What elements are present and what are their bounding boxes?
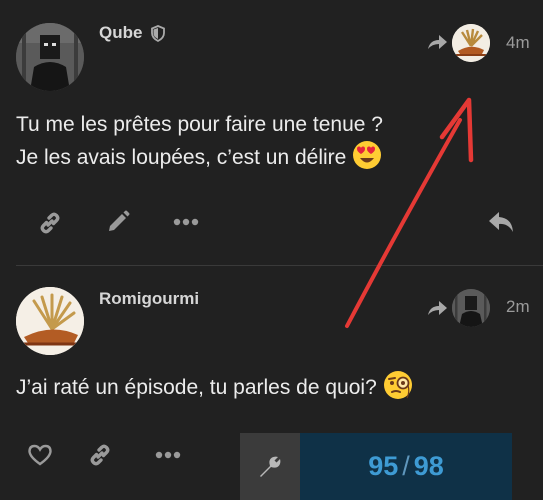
- link-icon[interactable]: [36, 209, 64, 237]
- post-line: Tu me les prêtes pour faire une tenue ?: [16, 113, 383, 136]
- post-body: Tu me les prêtes pour faire une tenue ? …: [16, 109, 383, 179]
- progress-counter[interactable]: 95/98: [300, 433, 512, 500]
- heart-eyes-emoji-icon: [352, 140, 382, 179]
- monocle-face-emoji-icon: [383, 370, 413, 409]
- post-time[interactable]: 4m: [506, 33, 530, 53]
- progress-total: 98: [413, 451, 444, 481]
- post-line: J’ai raté un épisode, tu parles de quoi?: [16, 376, 377, 399]
- reply-arrow-icon: [425, 298, 449, 318]
- progress-current: 95: [368, 451, 399, 481]
- annotation-arrow: [345, 97, 474, 328]
- edit-icon[interactable]: [104, 208, 132, 236]
- avatar[interactable]: [16, 287, 84, 355]
- more-icon[interactable]: [154, 443, 182, 467]
- post-line: Je les avais loupées, c’est un délire: [16, 146, 347, 169]
- reply-to-avatar[interactable]: [452, 24, 490, 62]
- reply-to-avatar[interactable]: [452, 289, 490, 327]
- reply-arrow-icon: [425, 32, 449, 52]
- username[interactable]: Qube: [99, 23, 142, 43]
- progress-separator: /: [402, 451, 410, 481]
- post-divider: [16, 265, 543, 266]
- username[interactable]: Romigourmi: [99, 289, 199, 309]
- like-icon[interactable]: [26, 441, 54, 469]
- post-time[interactable]: 2m: [506, 297, 530, 317]
- admin-menu-button[interactable]: [240, 433, 300, 500]
- link-icon[interactable]: [86, 441, 114, 469]
- progress-text: 95/98: [300, 433, 512, 500]
- post-body: J’ai raté un épisode, tu parles de quoi?: [16, 370, 413, 409]
- shield-icon: [149, 24, 167, 42]
- wrench-icon: [257, 454, 283, 480]
- more-icon[interactable]: [172, 210, 200, 234]
- post-line-with-emoji: Je les avais loupées, c’est un délire: [16, 140, 383, 179]
- avatar[interactable]: [16, 23, 84, 91]
- topic-progress[interactable]: 95/98: [240, 433, 512, 500]
- reply-icon[interactable]: [486, 208, 516, 236]
